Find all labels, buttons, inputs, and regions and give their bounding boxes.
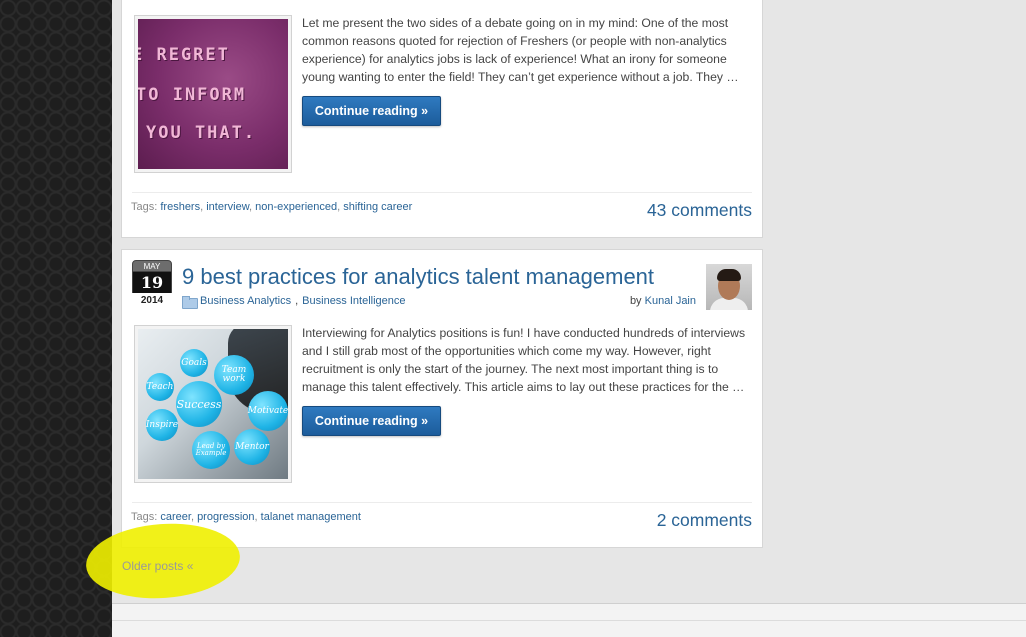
continue-reading-button[interactable]: Continue reading » <box>302 406 441 436</box>
bubble-label: Goals <box>180 349 208 377</box>
category-link[interactable]: Business Intelligence <box>302 295 405 307</box>
bubble-label: Success <box>176 381 222 427</box>
bubble-label: Team work <box>214 355 254 395</box>
post-thumbnail[interactable]: E REGRET TO INFORM YOU THAT. <box>134 15 292 173</box>
bubble-label: Lead by Example <box>192 431 230 469</box>
tag-link[interactable]: freshers <box>160 201 200 213</box>
comments-link[interactable]: 43 comments <box>647 200 752 221</box>
date-month: MAY <box>132 260 172 272</box>
tag-link[interactable]: progression <box>197 511 254 523</box>
thumb-text-line: E REGRET <box>138 45 230 65</box>
date-year: 2014 <box>140 295 164 306</box>
tag-link[interactable]: talanet management <box>261 511 361 523</box>
post-tags: Tags: freshers, interview, non-experienc… <box>131 201 413 213</box>
older-posts-link[interactable]: Older posts « <box>122 559 193 573</box>
date-day: 19 <box>132 272 172 293</box>
thumb-text-line: TO INFORM <box>138 85 247 105</box>
background-pattern <box>0 0 112 637</box>
post-excerpt: Interviewing for Analytics positions is … <box>302 326 746 394</box>
tag-link[interactable]: shifting career <box>343 201 412 213</box>
author-link[interactable]: Kunal Jain <box>645 295 696 307</box>
bubble-label: Teach <box>146 373 174 401</box>
by-label: by <box>629 295 642 307</box>
comments-link[interactable]: 2 comments <box>657 510 752 531</box>
bubble-label: Motivate <box>248 391 288 431</box>
footer-divider <box>112 620 1026 621</box>
avatar[interactable] <box>706 264 752 310</box>
bubble-label: Mentor <box>234 429 270 465</box>
post-byline: by Kunal Jain <box>630 295 696 307</box>
post-thumbnail[interactable]: Goals Team work Teach Success Motivate I… <box>134 325 292 483</box>
post-card: E REGRET TO INFORM YOU THAT. Let me pres… <box>121 0 763 238</box>
tag-link[interactable]: non-experienced <box>255 201 337 213</box>
bubble-label: Inspire <box>146 409 178 441</box>
divider <box>132 192 752 193</box>
tags-label: Tags: <box>131 511 158 523</box>
post-title[interactable]: 9 best practices for analytics talent ma… <box>182 264 654 290</box>
post-categories: Business Analytics, Business Intelligenc… <box>182 295 406 309</box>
post-excerpt: Let me present the two sides of a debate… <box>302 16 739 84</box>
tag-link[interactable]: career <box>160 511 191 523</box>
divider <box>132 502 752 503</box>
continue-reading-button[interactable]: Continue reading » <box>302 96 441 126</box>
post-card: MAY 19 2014 9 best practices for analyti… <box>121 249 763 548</box>
post-tags: Tags: career, progression, talanet manag… <box>131 511 361 523</box>
category-link[interactable]: Business Analytics <box>200 295 291 307</box>
folder-icon <box>182 295 198 309</box>
thumb-text-line: YOU THAT. <box>146 123 257 143</box>
date-badge: MAY 19 2014 <box>132 260 172 306</box>
tags-label: Tags: <box>131 201 158 213</box>
tag-link[interactable]: interview <box>206 201 249 213</box>
